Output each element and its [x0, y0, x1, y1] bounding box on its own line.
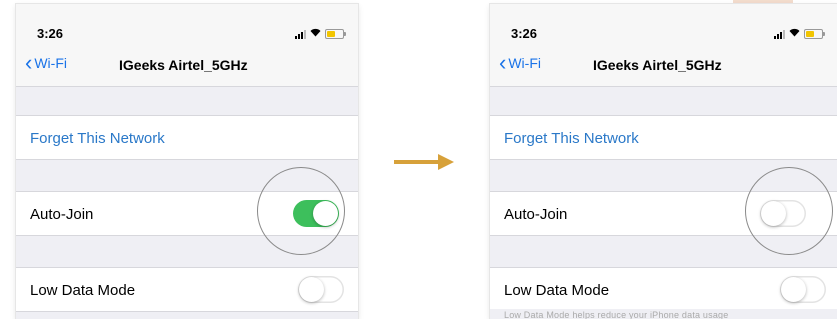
navigation-bar: ‹ Wi-Fi IGeeks Airtel_5GHz — [490, 42, 837, 87]
nav-title: IGeeks Airtel_5GHz — [593, 57, 722, 73]
low-data-mode-toggle[interactable] — [298, 276, 344, 303]
status-icons — [295, 28, 346, 40]
auto-join-row: Auto-Join — [490, 191, 837, 236]
auto-join-label: Auto-Join — [504, 206, 568, 223]
forget-network-link[interactable]: Forget This Network — [504, 130, 639, 147]
footer-hint-text: Low Data Mode helps reduce your iPhone d… — [504, 310, 729, 319]
auto-join-toggle[interactable] — [293, 200, 339, 227]
battery-icon — [804, 29, 825, 39]
back-button[interactable]: ‹ Wi-Fi — [499, 50, 541, 75]
right-arrow-icon — [394, 154, 454, 170]
phone-screen-before: 3:26 ‹ Wi-Fi IGeeks Airtel_5GHz Forget T… — [16, 4, 358, 319]
wifi-icon — [789, 28, 800, 40]
auto-join-row: Auto-Join — [16, 191, 358, 236]
signal-icon — [295, 29, 306, 39]
status-icons — [774, 28, 825, 40]
auto-join-toggle[interactable] — [760, 200, 806, 227]
status-bar: 3:26 — [16, 4, 358, 42]
status-time: 3:26 — [511, 26, 538, 41]
navigation-bar: ‹ Wi-Fi IGeeks Airtel_5GHz — [16, 42, 358, 87]
status-time: 3:26 — [37, 26, 64, 41]
low-data-mode-toggle[interactable] — [780, 276, 826, 303]
battery-icon — [325, 29, 346, 39]
phone-screen-after: 3:26 ‹ Wi-Fi IGeeks Airtel_5GHz Forget T… — [490, 4, 837, 319]
chevron-left-icon: ‹ — [25, 50, 33, 75]
forget-network-row[interactable]: Forget This Network — [490, 115, 837, 160]
back-label: Wi-Fi — [34, 55, 67, 71]
low-data-mode-label: Low Data Mode — [30, 282, 136, 299]
back-button[interactable]: ‹ Wi-Fi — [25, 50, 67, 75]
chevron-left-icon: ‹ — [499, 50, 507, 75]
forget-network-row[interactable]: Forget This Network — [16, 115, 358, 160]
wifi-icon — [310, 28, 321, 40]
nav-title: IGeeks Airtel_5GHz — [119, 57, 248, 73]
signal-icon — [774, 29, 785, 39]
auto-join-label: Auto-Join — [30, 206, 94, 223]
low-data-mode-row: Low Data Mode — [490, 267, 837, 312]
back-label: Wi-Fi — [508, 55, 541, 71]
status-bar: 3:26 — [490, 4, 837, 42]
forget-network-link[interactable]: Forget This Network — [30, 130, 165, 147]
footer-hint-area: Low Data Mode helps reduce your iPhone d… — [490, 309, 837, 319]
low-data-mode-row: Low Data Mode — [16, 267, 358, 312]
low-data-mode-label: Low Data Mode — [504, 282, 610, 299]
